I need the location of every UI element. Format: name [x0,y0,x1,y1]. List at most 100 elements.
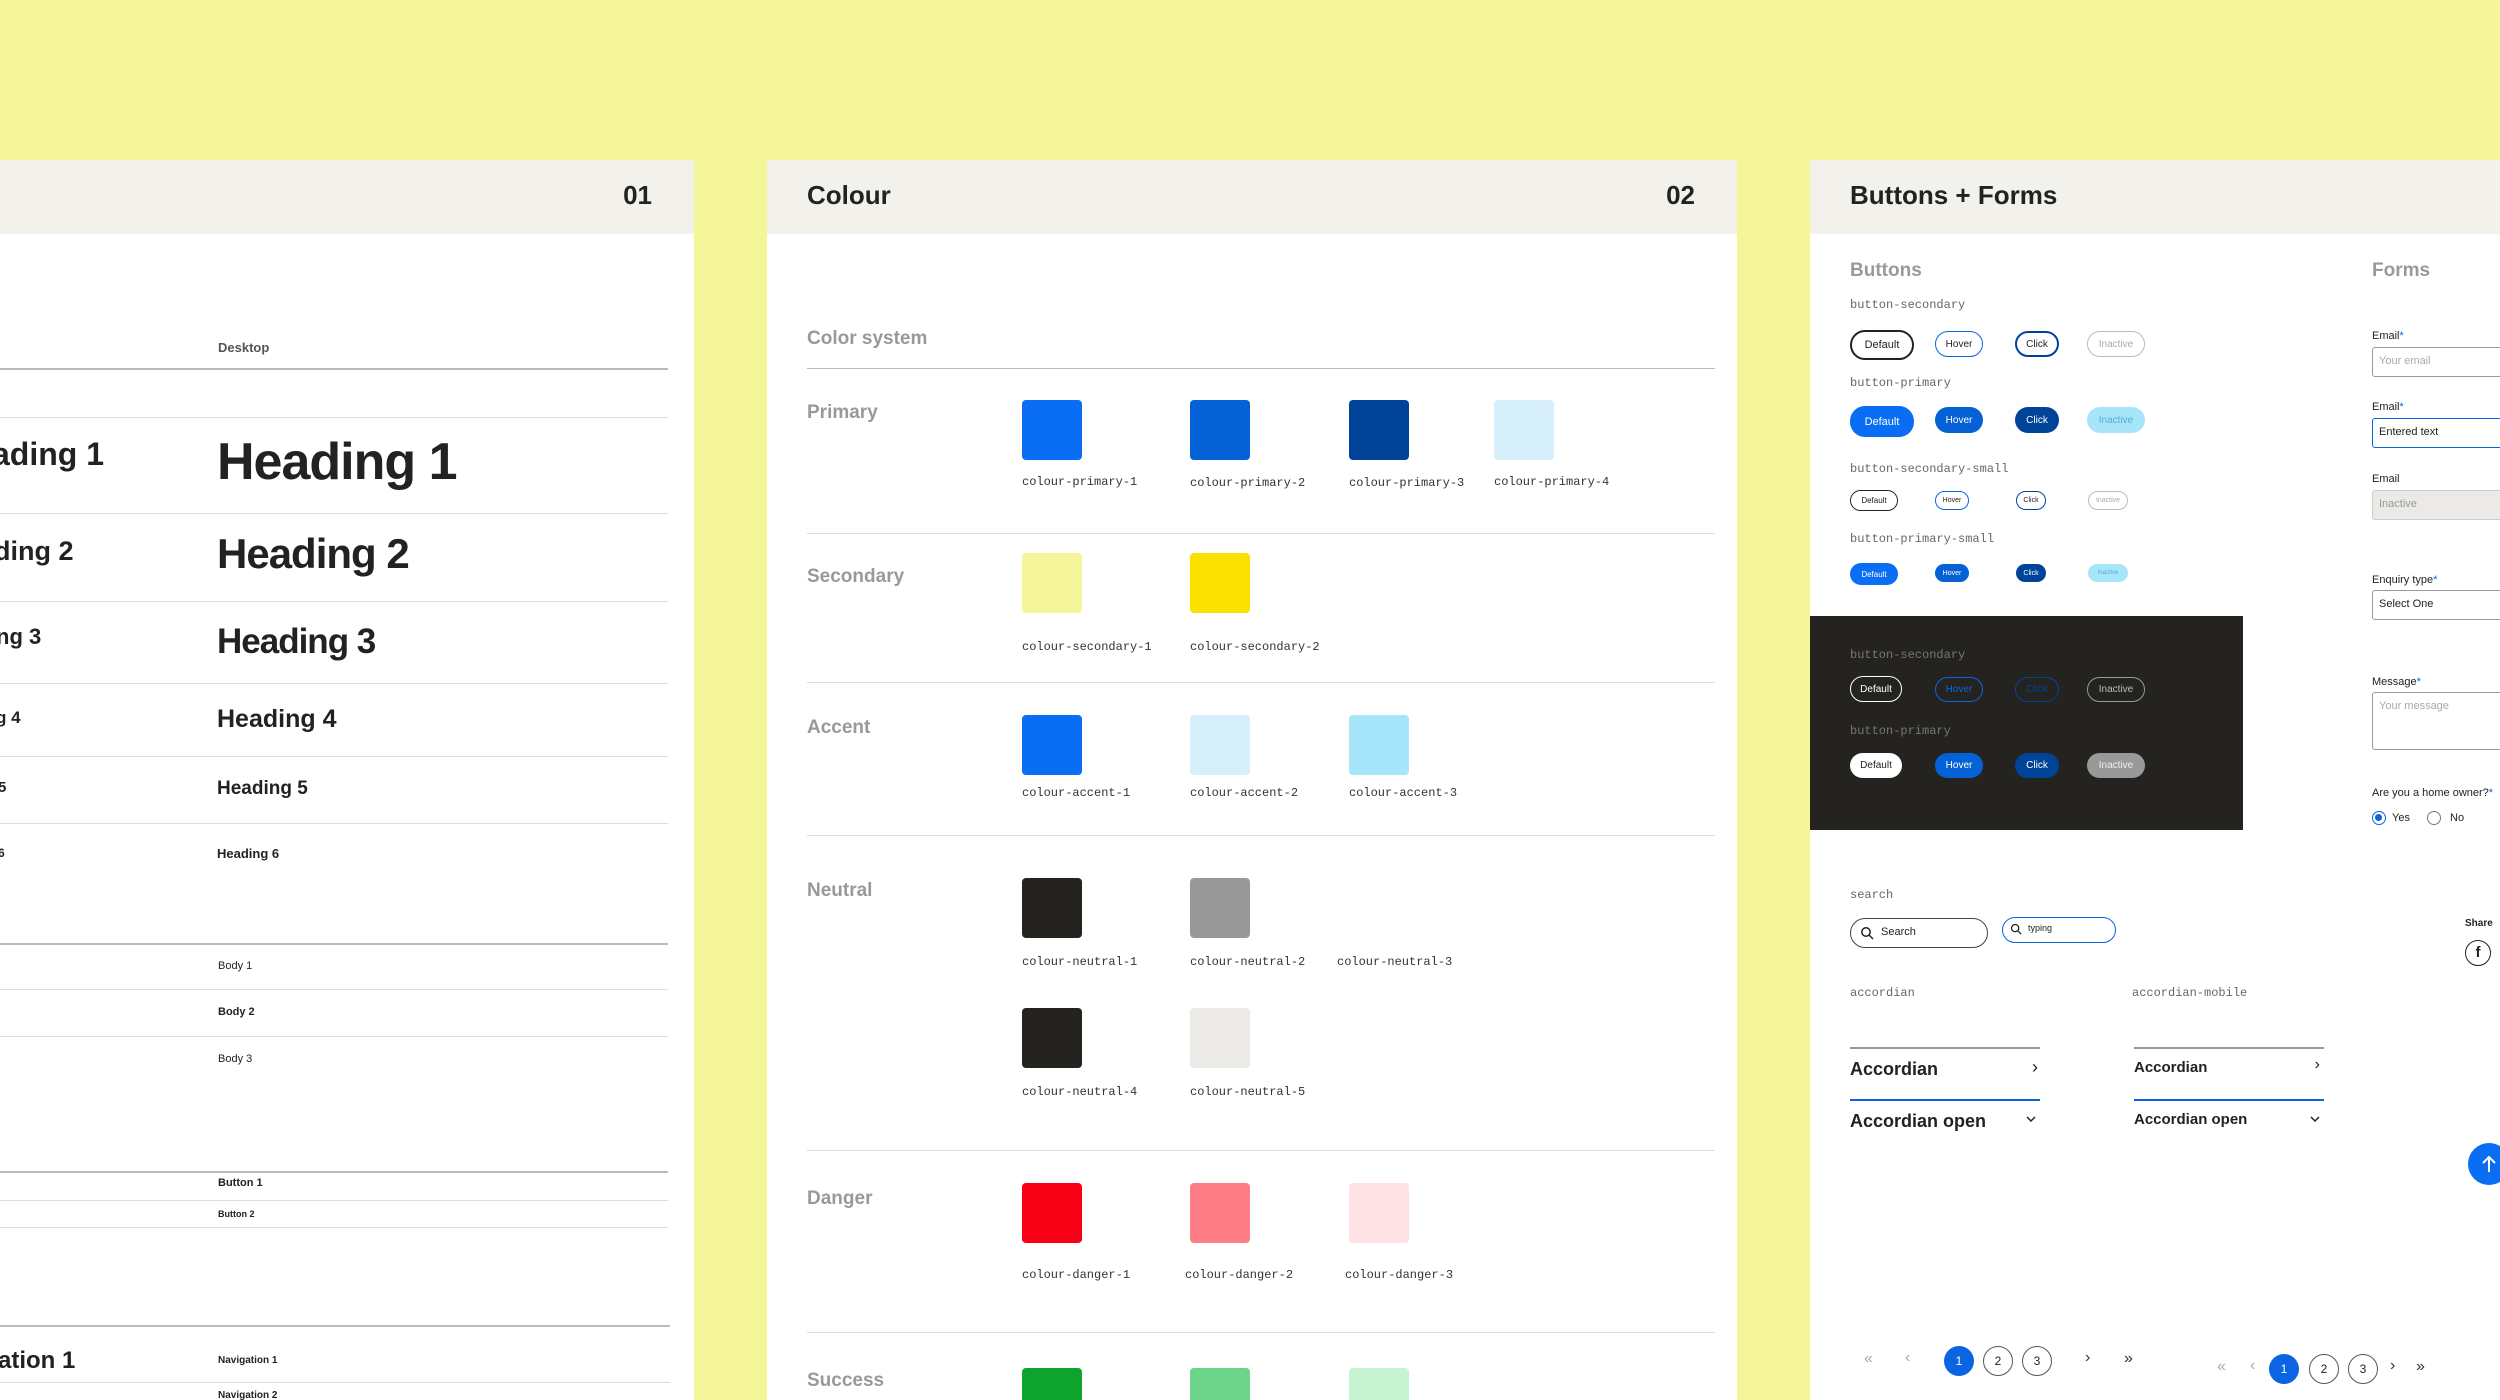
primary-default-button[interactable]: Default [1850,406,1914,437]
secondary-group-label: Secondary [807,566,905,587]
divider [0,1382,670,1383]
button-1-sample: Button 1 [218,1177,263,1189]
message-textarea[interactable]: Your message [2372,692,2500,750]
body-1-sample: Body 1 [218,960,253,972]
divider [0,1171,668,1173]
pagination-mobile-first-button[interactable]: « [2217,1358,2226,1376]
divider [807,835,1715,836]
share-label: Share [2465,918,2493,929]
primary-small-hover-button[interactable]: Hover [1935,564,1969,582]
primary-click-button[interactable]: Click [2015,407,2059,433]
dark-button-secondary-label: button-secondary [1850,648,1966,662]
email-field-inactive[interactable]: Inactive [2372,490,2500,520]
dark-secondary-click-button[interactable]: Click [2015,677,2059,702]
divider [807,1150,1715,1151]
search-input[interactable]: Search [1850,918,1988,948]
divider [807,682,1715,683]
secondary-small-hover-button[interactable]: Hover [1935,491,1969,510]
dark-secondary-inactive-button[interactable]: Inactive [2087,677,2145,702]
email-field[interactable]: Your email [2372,347,2500,377]
swatch-label: colour-danger-2 [1185,1268,1294,1282]
divider [0,1325,670,1327]
secondary-click-button[interactable]: Click [2015,331,2059,357]
swatch-primary-4 [1494,400,1554,460]
swatch-danger-3 [1349,1183,1409,1243]
pagination-mobile-last-button[interactable]: » [2416,1358,2425,1376]
forms-section-title: Forms [2372,260,2431,281]
secondary-small-default-button[interactable]: Default [1850,490,1898,511]
swatch-label: colour-secondary-1 [1022,640,1152,654]
secondary-default-button[interactable]: Default [1850,330,1914,360]
swatch-neutral-2 [1190,878,1250,938]
pagination-prev-button[interactable]: ‹ [1905,1349,1910,1367]
primary-hover-button[interactable]: Hover [1935,407,1983,433]
secondary-small-inactive-button[interactable]: Inactive [2088,491,2128,510]
back-to-top-button[interactable] [2468,1143,2500,1185]
radio-yes[interactable] [2372,811,2386,825]
swatch-primary-2 [1190,400,1250,460]
primary-small-inactive-button[interactable]: Inactive [2088,564,2128,582]
typography-panel: 01 Desktop ading 1 Heading 1 ding 2 Head… [0,160,694,1400]
dark-secondary-hover-button[interactable]: Hover [1935,677,1983,702]
button-secondary-small-label: button-secondary-small [1850,462,2009,476]
accordian-item[interactable]: Accordian › [1850,1047,2040,1093]
mobile-heading-5: 5 [0,779,7,796]
divider [0,1227,668,1228]
pagination-mobile-page-3[interactable]: 3 [2348,1354,2378,1384]
accent-group-label: Accent [807,717,871,738]
primary-small-click-button[interactable]: Click [2016,564,2046,582]
pagination-mobile-page-2[interactable]: 2 [2309,1354,2339,1384]
dark-secondary-default-button[interactable]: Default [1850,676,1902,702]
navigation-2-sample: Navigation 2 [218,1390,278,1400]
email-field-entered[interactable]: Entered text [2372,418,2500,448]
pagination-next-button[interactable]: › [2085,1349,2090,1367]
accordian-mobile-item-open[interactable]: Accordian open [2134,1099,2324,1145]
accordian-mobile-item[interactable]: Accordian › [2134,1047,2324,1093]
pagination-last-button[interactable]: » [2124,1350,2133,1368]
primary-inactive-button[interactable]: Inactive [2087,407,2145,433]
enquiry-type-select[interactable]: Select One [2372,590,2500,620]
pagination-mobile-next-button[interactable]: › [2390,1357,2395,1375]
search-placeholder: Search [1881,926,1916,938]
swatch-label: colour-accent-1 [1022,786,1131,800]
swatch-label: colour-neutral-2 [1190,955,1306,969]
pagination-mobile-page-1[interactable]: 1 [2269,1354,2299,1384]
dark-primary-hover-button[interactable]: Hover [1935,753,1983,778]
swatch-label: colour-accent-3 [1349,786,1458,800]
dark-primary-inactive-button[interactable]: Inactive [2087,753,2145,778]
dark-primary-click-button[interactable]: Click [2015,753,2059,778]
pagination-mobile-prev-button[interactable]: ‹ [2250,1357,2255,1375]
swatch-label: colour-secondary-2 [1190,640,1320,654]
primary-small-default-button[interactable]: Default [1850,563,1898,585]
pagination-page-3[interactable]: 3 [2022,1346,2052,1376]
pagination-page-1[interactable]: 1 [1944,1346,1974,1376]
facebook-icon[interactable]: f [2465,940,2491,966]
pagination-first-button[interactable]: « [1864,1350,1873,1368]
neutral-group-label: Neutral [807,880,873,901]
swatch-label: colour-primary-1 [1022,475,1138,489]
pagination-page-2[interactable]: 2 [1983,1346,2013,1376]
swatch-danger-2 [1190,1183,1250,1243]
swatch-danger-1 [1022,1183,1082,1243]
navigation-1-sample: Navigation 1 [218,1355,278,1366]
primary-group-label: Primary [807,402,878,423]
divider [0,823,668,824]
button-primary-label: button-primary [1850,376,1951,390]
divider [0,1200,668,1201]
divider [0,601,668,602]
secondary-small-click-button[interactable]: Click [2016,491,2046,510]
panel-number: 01 [623,180,652,210]
search-input-typing[interactable]: typing [2002,917,2116,943]
dark-primary-default-button[interactable]: Default [1850,753,1902,778]
panel-number: 02 [1666,180,1695,210]
secondary-hover-button[interactable]: Hover [1935,331,1983,357]
accordian-item-open[interactable]: Accordian open [1850,1099,2040,1145]
secondary-inactive-button[interactable]: Inactive [2087,331,2145,357]
accordian-mobile-label: accordian-mobile [2132,986,2248,1000]
buttons-forms-panel: Buttons + Forms Buttons Forms button-sec… [1810,160,2500,1400]
search-typed-text: typing [2028,923,2053,933]
accordian-title: Accordian [2134,1059,2208,1076]
heading-1-sample: Heading 1 [217,433,457,491]
email-label: Email* [2372,330,2404,342]
radio-no[interactable] [2427,811,2441,825]
